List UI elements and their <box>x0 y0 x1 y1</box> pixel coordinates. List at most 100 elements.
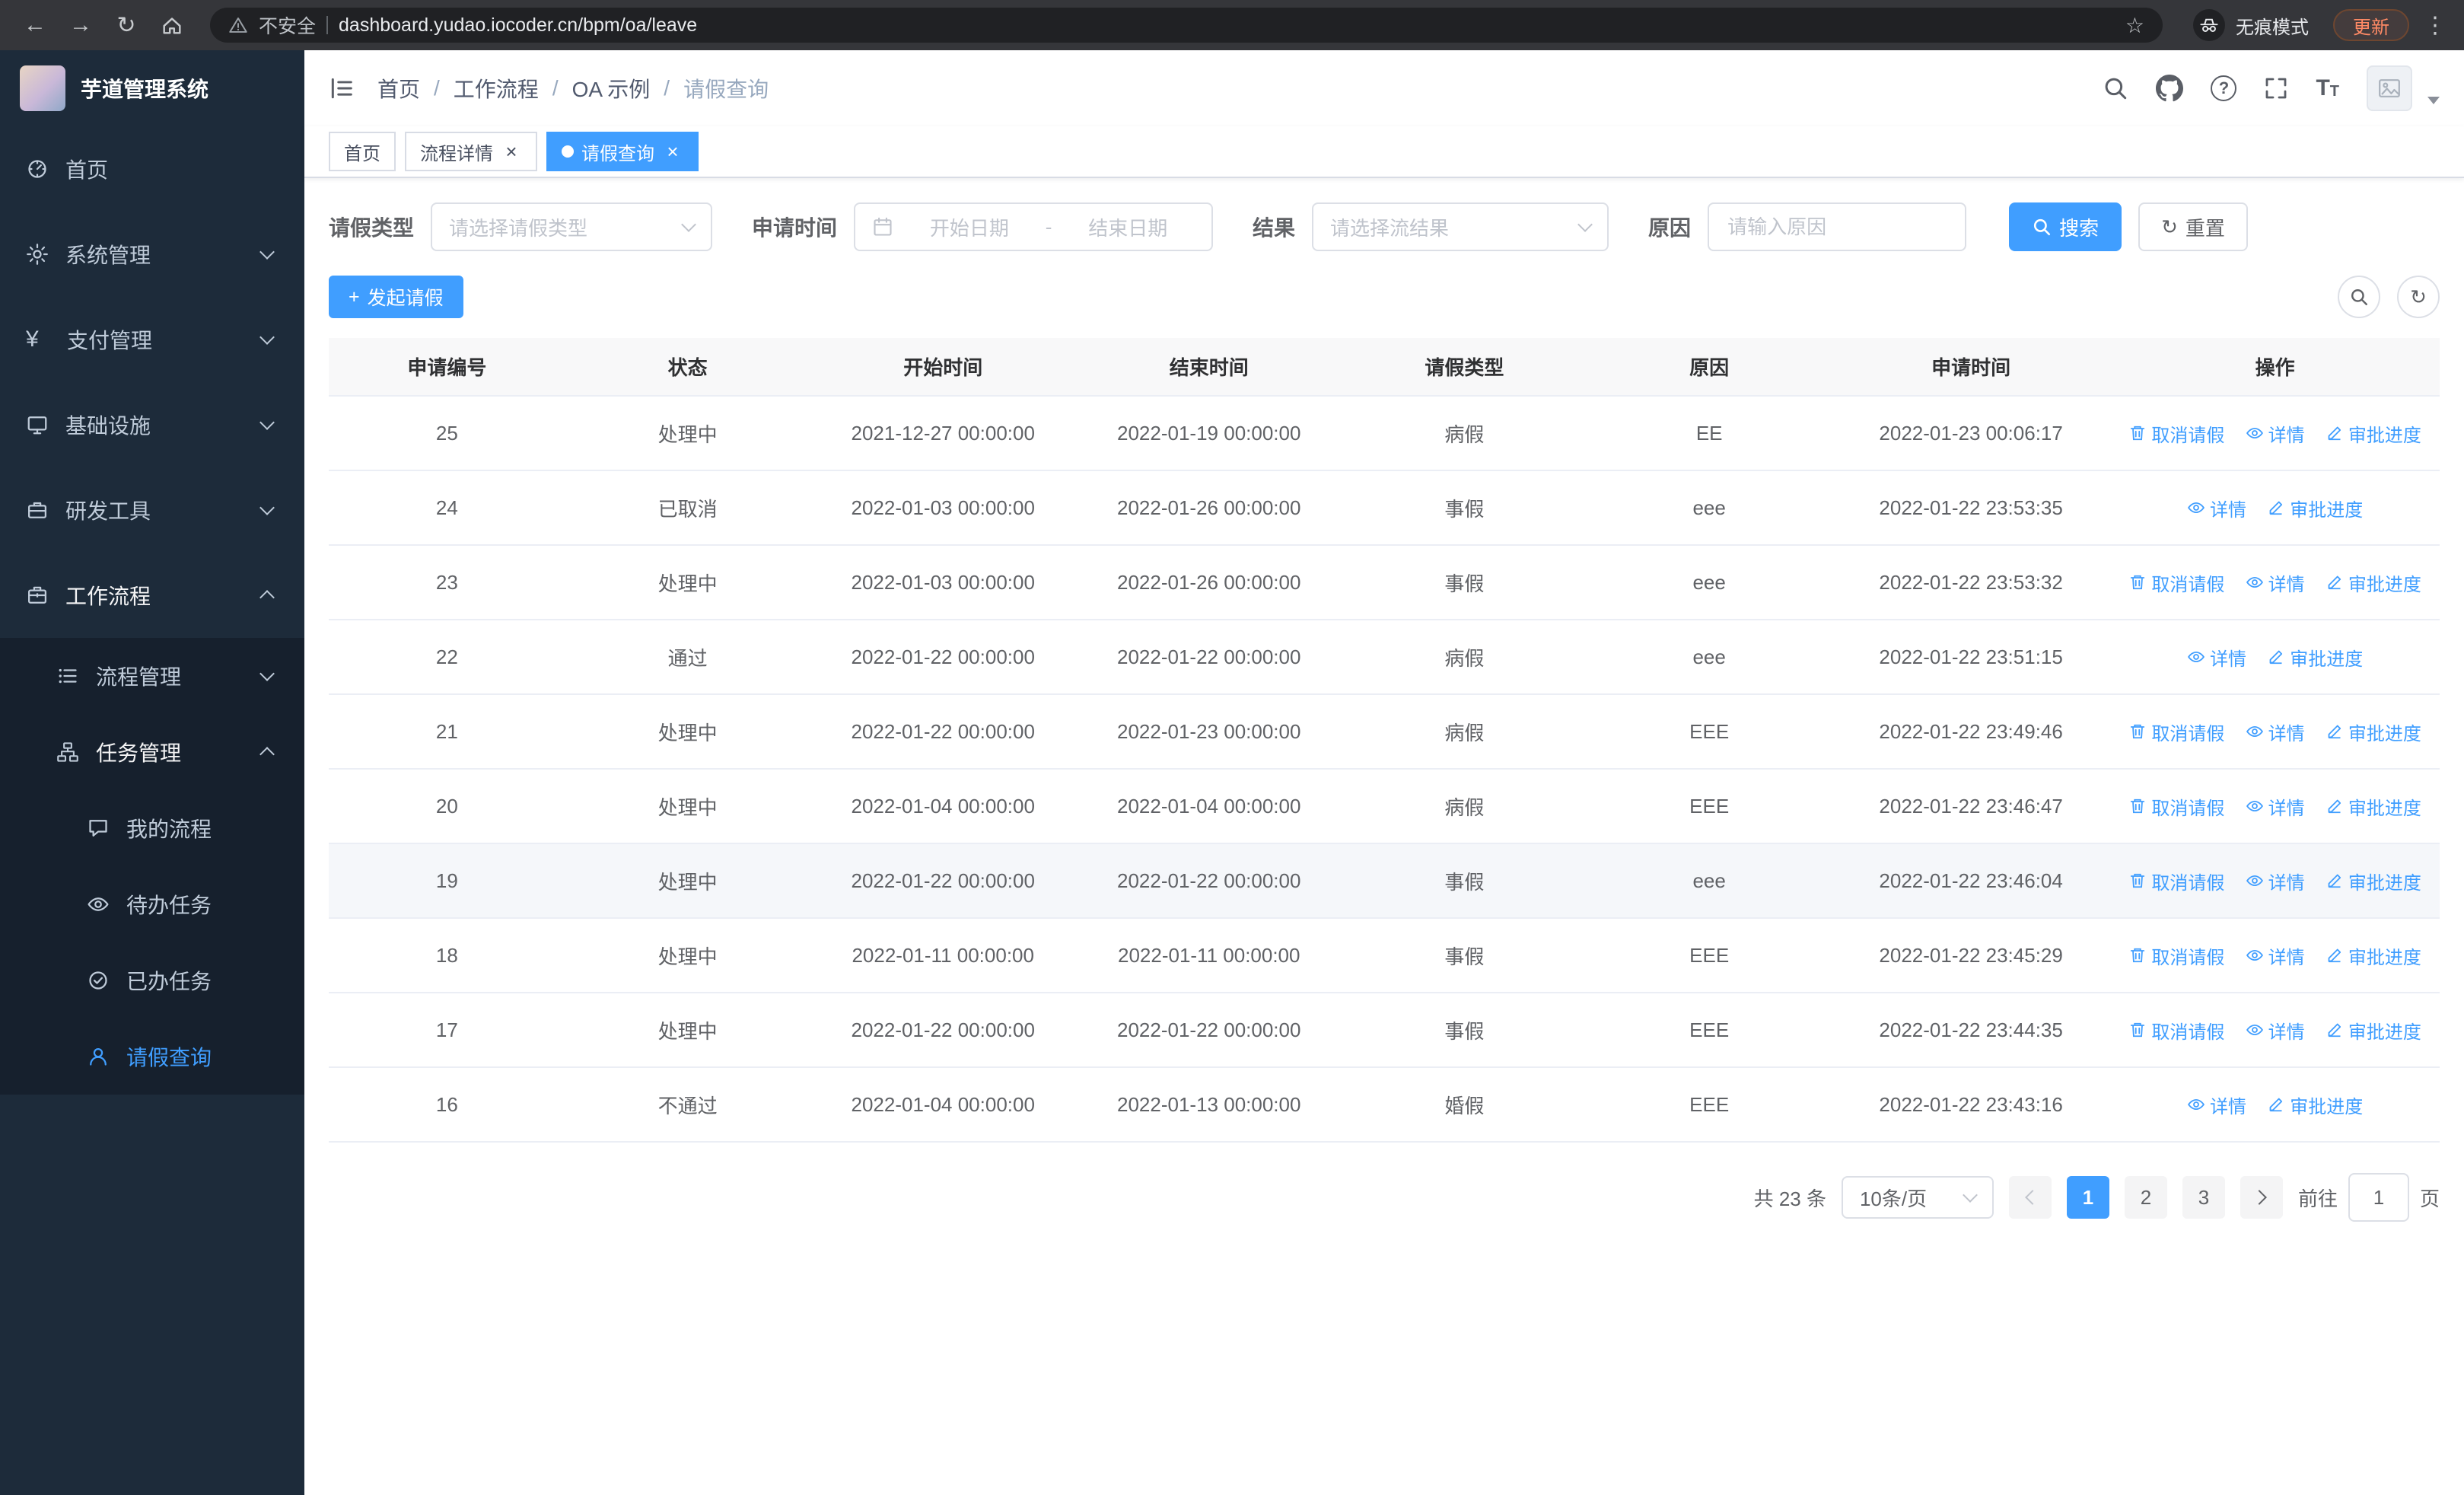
toggle-search-button[interactable] <box>2338 276 2380 318</box>
sidebar-item-my-processes[interactable]: 我的流程 <box>0 790 304 866</box>
approval-progress-link[interactable]: 审批进度 <box>2326 1017 2421 1044</box>
search-form: 请假类型 请选择请假类型 申请时间 开始日期 - 结束日期 结果 请选择流结果 … <box>329 202 2440 251</box>
cancel-leave-link[interactable]: 取消请假 <box>2128 942 2224 969</box>
breadcrumb-item-workflow[interactable]: 工作流程 <box>454 73 539 104</box>
page-unit-label: 页 <box>2419 1187 2440 1210</box>
goto-page-input[interactable] <box>2348 1173 2409 1222</box>
col-apply-time: 申请时间 <box>1832 338 2111 397</box>
yen-icon: ¥ <box>26 327 39 352</box>
tab-leave-query[interactable]: 请假查询 × <box>546 132 699 171</box>
sidebar-item-infrastructure[interactable]: 基础设施 <box>0 382 304 467</box>
cancel-leave-link[interactable]: 取消请假 <box>2128 569 2224 596</box>
sidebar-item-todo-tasks[interactable]: 待办任务 <box>0 866 304 942</box>
browser-back-icon[interactable]: ← <box>15 5 55 45</box>
result-select[interactable]: 请选择流结果 <box>1312 202 1609 251</box>
next-page-button[interactable] <box>2240 1176 2283 1219</box>
detail-link[interactable]: 详情 <box>2246 569 2305 596</box>
table-row: 25 处理中 2021-12-27 00:00:00 2022-01-19 00… <box>329 396 2440 471</box>
browser-forward-icon[interactable]: → <box>61 5 100 45</box>
table-row: 17 处理中 2022-01-22 00:00:00 2022-01-22 00… <box>329 993 2440 1068</box>
browser-home-icon[interactable] <box>152 5 192 45</box>
detail-link[interactable]: 详情 <box>2246 1017 2305 1044</box>
browser-reload-icon[interactable]: ↻ <box>107 5 146 45</box>
leave-type-select[interactable]: 请选择请假类型 <box>431 202 713 251</box>
detail-link[interactable]: 详情 <box>2246 868 2305 894</box>
cancel-leave-link[interactable]: 取消请假 <box>2128 420 2224 447</box>
sidebar-item-leave-query[interactable]: 请假查询 <box>0 1018 304 1095</box>
avatar[interactable] <box>2367 65 2412 111</box>
check-circle-icon <box>87 969 110 992</box>
cancel-leave-link[interactable]: 取消请假 <box>2128 719 2224 745</box>
cancel-leave-link[interactable]: 取消请假 <box>2128 868 2224 894</box>
page-content: 请假类型 请选择请假类型 申请时间 开始日期 - 结束日期 结果 请选择流结果 … <box>304 178 2464 1495</box>
sidebar-item-system-mgmt[interactable]: 系统管理 <box>0 212 304 297</box>
search-icon[interactable] <box>2103 75 2128 101</box>
apply-time-label: 申请时间 <box>752 216 838 240</box>
not-secure-label[interactable]: 不安全 <box>259 11 316 39</box>
approval-progress-link[interactable]: 审批进度 <box>2267 1092 2363 1118</box>
top-header: 首页 / 工作流程 / OA 示例 / 请假查询 ? T T <box>304 50 2464 126</box>
breadcrumb-item-home[interactable]: 首页 <box>377 73 420 104</box>
approval-progress-link[interactable]: 审批进度 <box>2267 495 2363 521</box>
tab-process-detail[interactable]: 流程详情 × <box>405 132 537 171</box>
app-logo[interactable]: 芋道管理系统 <box>0 50 304 126</box>
approval-progress-link[interactable]: 审批进度 <box>2326 420 2421 447</box>
reset-button[interactable]: ↻ 重置 <box>2138 202 2248 251</box>
close-icon[interactable]: × <box>501 141 522 162</box>
reason-input[interactable] <box>1708 202 1967 251</box>
app-shell: 芋道管理系统 首页 系统管理 ¥ 支付管理 基础设施 研发工具 工作流程 流程管… <box>0 50 2464 1495</box>
prev-page-button[interactable] <box>2008 1176 2052 1219</box>
detail-link[interactable]: 详情 <box>2246 719 2305 745</box>
close-icon[interactable]: × <box>662 141 683 162</box>
chevron-down-icon <box>259 330 275 345</box>
sidebar-item-process-mgmt[interactable]: 流程管理 <box>0 638 304 714</box>
page-button-3[interactable]: 3 <box>2182 1176 2225 1219</box>
sitemap-icon <box>56 741 79 763</box>
refresh-table-button[interactable]: ↻ <box>2397 276 2440 318</box>
approval-progress-link[interactable]: 审批进度 <box>2326 942 2421 969</box>
browser-update-button[interactable]: 更新 <box>2333 9 2409 41</box>
page-button-1[interactable]: 1 <box>2066 1176 2109 1219</box>
help-icon[interactable]: ? <box>2211 75 2237 101</box>
avatar-caret-icon[interactable] <box>2427 97 2440 104</box>
url-bar[interactable]: 不安全 dashboard.yudao.iocoder.cn/bpm/oa/le… <box>210 8 2163 43</box>
sidebar-item-workflow[interactable]: 工作流程 <box>0 553 304 638</box>
approval-progress-link[interactable]: 审批进度 <box>2267 644 2363 671</box>
sidebar-item-home[interactable]: 首页 <box>0 126 304 212</box>
sidebar-toggle-icon[interactable] <box>329 75 355 101</box>
font-size-icon[interactable]: TT <box>2316 77 2339 100</box>
approval-progress-link[interactable]: 审批进度 <box>2326 793 2421 820</box>
sidebar-item-task-mgmt[interactable]: 任务管理 <box>0 714 304 790</box>
url-text[interactable]: dashboard.yudao.iocoder.cn/bpm/oa/leave <box>339 14 2115 37</box>
col-status: 状态 <box>565 338 810 397</box>
sidebar-item-done-tasks[interactable]: 已办任务 <box>0 942 304 1018</box>
detail-link[interactable]: 详情 <box>2187 644 2246 671</box>
bookmark-star-icon[interactable]: ☆ <box>2125 13 2144 38</box>
detail-link[interactable]: 详情 <box>2187 495 2246 521</box>
col-start-time: 开始时间 <box>810 338 1076 397</box>
search-button[interactable]: 搜索 <box>2009 202 2122 251</box>
browser-menu-icon[interactable]: ⋮ <box>2421 12 2449 39</box>
detail-link[interactable]: 详情 <box>2246 793 2305 820</box>
sidebar-item-payment-mgmt[interactable]: ¥ 支付管理 <box>0 297 304 382</box>
table-row: 21 处理中 2022-01-22 00:00:00 2022-01-23 00… <box>329 694 2440 770</box>
cancel-leave-link[interactable]: 取消请假 <box>2128 1017 2224 1044</box>
tab-home[interactable]: 首页 <box>329 132 396 171</box>
table-row: 23 处理中 2022-01-03 00:00:00 2022-01-26 00… <box>329 545 2440 620</box>
github-icon[interactable] <box>2156 75 2184 102</box>
apply-time-range-picker[interactable]: 开始日期 - 结束日期 <box>854 202 1214 251</box>
page-size-select[interactable]: 10条/页 <box>1841 1176 1994 1219</box>
page-button-2[interactable]: 2 <box>2124 1176 2167 1219</box>
create-leave-button[interactable]: + 发起请假 <box>329 276 463 318</box>
detail-link[interactable]: 详情 <box>2246 942 2305 969</box>
approval-progress-link[interactable]: 审批进度 <box>2326 569 2421 596</box>
tags-view: 首页 流程详情 × 请假查询 × <box>304 126 2464 178</box>
approval-progress-link[interactable]: 审批进度 <box>2326 719 2421 745</box>
cancel-leave-link[interactable]: 取消请假 <box>2128 793 2224 820</box>
fullscreen-icon[interactable] <box>2264 76 2288 100</box>
detail-link[interactable]: 详情 <box>2246 420 2305 447</box>
approval-progress-link[interactable]: 审批进度 <box>2326 868 2421 894</box>
breadcrumb-item-oa-example[interactable]: OA 示例 <box>572 73 651 104</box>
detail-link[interactable]: 详情 <box>2187 1092 2246 1118</box>
sidebar-item-dev-tools[interactable]: 研发工具 <box>0 467 304 553</box>
